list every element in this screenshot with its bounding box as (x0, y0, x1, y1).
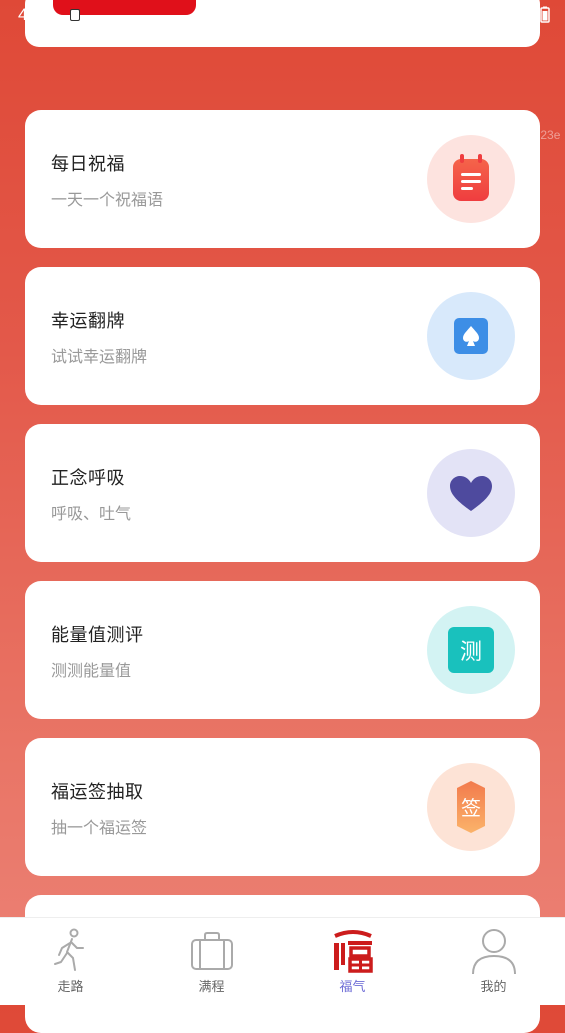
fu-icon (328, 926, 377, 974)
signal-icon (525, 9, 536, 22)
card-subtitle: 抽一个福运签 (51, 818, 148, 837)
nav-label: 福气 (339, 980, 366, 995)
calendar-icon (427, 135, 515, 223)
suitcase-icon (188, 926, 236, 974)
test-icon: 测 (427, 606, 515, 694)
card-subtitle: 试试幸运翻牌 (51, 347, 148, 366)
card-title: 能量值测评 (51, 625, 144, 646)
card-energy-test[interactable]: 能量值测评 测测能量值 测 (25, 581, 540, 719)
card-subtitle: 测测能量值 (51, 661, 132, 680)
walk-icon (47, 926, 95, 974)
notification-icon (70, 9, 80, 21)
card-subtitle: 一天一个祝福语 (51, 190, 164, 209)
card-title: 每日祝福 (51, 154, 125, 175)
nav-fortune[interactable]: 福气 (282, 918, 423, 1005)
nav-label: 走路 (57, 980, 84, 995)
person-icon (470, 926, 518, 975)
card-lucky-flip[interactable]: 幸运翻牌 试试幸运翻牌 (25, 267, 540, 405)
card-title: 幸运翻牌 (51, 311, 125, 332)
lot-icon: 签 (427, 763, 515, 851)
spade-card-icon (427, 292, 515, 380)
battery-icon (540, 6, 550, 23)
card-daily-blessing[interactable]: 每日祝福 一天一个祝福语 (25, 110, 540, 248)
nav-journey[interactable]: 满程 (141, 918, 282, 1005)
card-title: 正念呼吸 (51, 468, 125, 489)
nav-mine[interactable]: 我的 (423, 918, 564, 1005)
status-time: 4:21 (18, 5, 52, 24)
lot-glyph: 签 (461, 796, 481, 820)
card-fortune-lot[interactable]: 福运签抽取 抽一个福运签 签 (25, 738, 540, 876)
heart-icon (427, 449, 515, 537)
nav-label: 满程 (198, 980, 225, 995)
wifi-icon (504, 7, 522, 22)
status-bar: 4:21 (0, 0, 565, 47)
status-indicators (503, 6, 551, 24)
bottom-nav: 走路 满程 福气 我的 (0, 917, 565, 1005)
card-mindful-breathing[interactable]: 正念呼吸 呼吸、吐气 (25, 424, 540, 562)
nav-label: 我的 (480, 980, 507, 995)
nav-walk[interactable]: 走路 (0, 918, 141, 1005)
card-subtitle: 呼吸、吐气 (51, 504, 132, 523)
test-glyph: 测 (460, 640, 482, 665)
card-title: 福运签抽取 (51, 782, 144, 803)
